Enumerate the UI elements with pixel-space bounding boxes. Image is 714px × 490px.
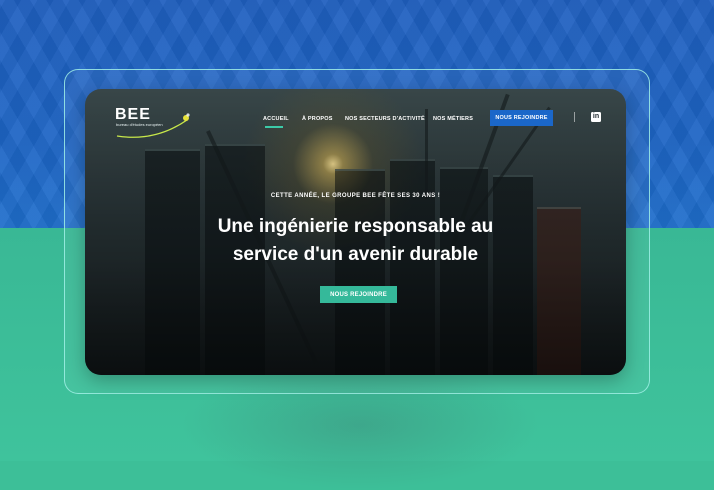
join-button-hero[interactable]: Nous rejoindre <box>320 286 397 303</box>
website-hero-card: BEE bureau d'études européen Accueil À p… <box>85 89 626 375</box>
hero-headline-line-1: Une ingénierie responsable au <box>217 216 494 237</box>
nav-active-indicator <box>265 126 283 128</box>
hero-headline: Une ingénierie responsable au service d'… <box>85 213 626 269</box>
brand-logo[interactable]: BEE bureau d'études européen <box>115 106 195 138</box>
join-button-header[interactable]: Nous rejoindre <box>490 110 553 126</box>
nav-item-secteurs[interactable]: Nos secteurs d'activité <box>345 116 425 122</box>
nav-item-accueil[interactable]: Accueil <box>263 116 289 122</box>
nav-divider <box>574 112 575 122</box>
hero-headline-line-2: service d'un avenir durable <box>232 244 479 265</box>
hero-kicker: Cette année, le groupe BEE fête ses 30 a… <box>270 193 441 199</box>
linkedin-icon[interactable]: in <box>591 112 601 122</box>
nav-item-metiers[interactable]: Nos métiers <box>433 116 473 122</box>
nav-item-a-propos[interactable]: À propos <box>302 116 333 122</box>
brand-tagline: bureau d'études européen <box>116 122 163 127</box>
